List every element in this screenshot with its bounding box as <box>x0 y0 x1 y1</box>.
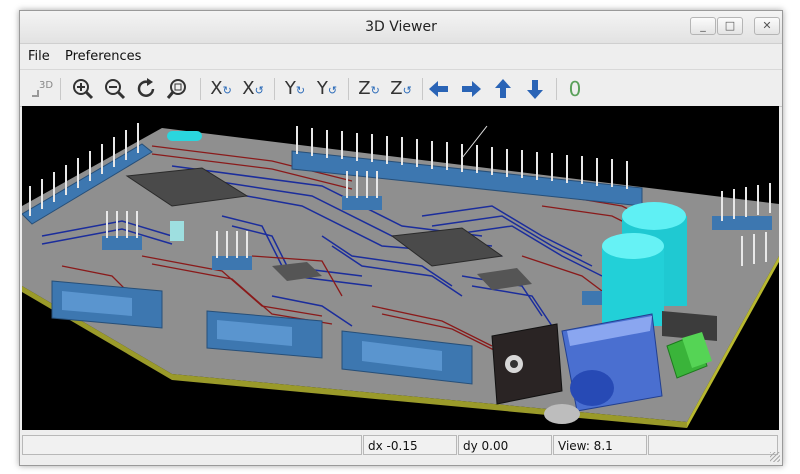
minimize-button[interactable]: _ <box>690 17 716 35</box>
ortho-toggle-icon: 0 <box>568 77 582 101</box>
ortho-toggle-button[interactable]: 0 <box>562 76 588 102</box>
toolbar: 3D X↻ X↺ Y↻ Y↺ Z↻ Z↺ 0 <box>20 69 782 107</box>
rotate-arrow-icon: ↻ <box>295 84 306 97</box>
pcb-3d-render <box>22 123 779 428</box>
pin-header-small <box>102 236 142 250</box>
move-right-icon <box>462 81 481 97</box>
rotate-y-ccw-icon: Y <box>316 78 328 99</box>
minimize-icon: _ <box>700 19 706 32</box>
menu-bar: File Preferences <box>20 44 782 68</box>
rotate-z-ccw-button[interactable]: Z↺ <box>388 76 414 102</box>
zoom-out-button[interactable] <box>102 76 128 102</box>
status-extra <box>648 435 778 455</box>
zoom-fit-button[interactable] <box>166 76 192 102</box>
window-title: 3D Viewer <box>365 19 437 35</box>
move-down-icon <box>527 80 543 99</box>
electrolytic-capacitor <box>602 233 664 326</box>
rotate-y-ccw-button[interactable]: Y↺ <box>314 76 340 102</box>
reload-3d-button[interactable]: 3D <box>28 76 54 102</box>
power-jack <box>491 323 563 405</box>
move-left-icon <box>429 81 448 97</box>
rotate-x-ccw-icon: X <box>242 78 255 99</box>
rotate-x-cw-icon: X <box>210 78 223 99</box>
menu-preferences[interactable]: Preferences <box>65 49 141 64</box>
rotate-x-cw-button[interactable]: X↻ <box>208 76 234 102</box>
status-dy: dy 0.00 <box>458 435 552 455</box>
resize-grip-icon[interactable] <box>770 452 780 462</box>
maximize-icon: □ <box>724 19 736 32</box>
move-down-button[interactable] <box>522 76 548 102</box>
zoom-in-icon <box>73 79 94 100</box>
title-bar[interactable]: 3D Viewer _ □ ✕ <box>20 11 782 44</box>
close-button[interactable]: ✕ <box>754 17 780 35</box>
cyan-component <box>167 131 202 141</box>
menu-file[interactable]: File <box>28 49 50 64</box>
toolbar-separator <box>60 78 61 100</box>
rotate-z-cw-button[interactable]: Z↻ <box>356 76 382 102</box>
rotate-arrow-icon: ↺ <box>327 84 338 97</box>
toolbar-separator <box>422 78 423 100</box>
toolbar-separator <box>348 78 349 100</box>
rotate-z-cw-icon: Z <box>358 78 371 99</box>
close-icon: ✕ <box>762 19 772 32</box>
cyan-component <box>170 221 184 241</box>
redraw-icon <box>137 78 155 97</box>
redraw-button[interactable] <box>134 76 160 102</box>
status-view: View: 8.1 <box>553 435 647 455</box>
move-up-icon <box>495 79 511 98</box>
reload-3d-label: 3D <box>39 80 53 91</box>
rotate-z-ccw-icon: Z <box>390 78 403 99</box>
move-up-button[interactable] <box>490 76 516 102</box>
rotate-y-cw-button[interactable]: Y↻ <box>282 76 308 102</box>
rotate-arrow-icon: ↺ <box>254 84 264 97</box>
probe-line <box>461 125 488 159</box>
maximize-button[interactable]: □ <box>717 17 743 35</box>
toolbar-separator <box>556 78 557 100</box>
status-dx: dx -0.15 <box>363 435 457 455</box>
toolbar-separator <box>274 78 275 100</box>
zoom-out-icon <box>105 79 126 100</box>
reload-3d-icon: 3D <box>32 80 53 97</box>
viewer-window: 3D Viewer _ □ ✕ File Preferences 3D X↻ X… <box>19 10 783 466</box>
rotate-arrow-icon: ↻ <box>370 84 380 97</box>
rotate-y-cw-icon: Y <box>284 78 296 99</box>
rotate-x-ccw-button[interactable]: X↺ <box>240 76 266 102</box>
pin-header-small <box>212 256 252 270</box>
rotate-arrow-icon: ↺ <box>402 84 412 97</box>
move-right-button[interactable] <box>458 76 484 102</box>
toolbar-separator <box>200 78 201 100</box>
rotate-arrow-icon: ↻ <box>222 84 232 97</box>
zoom-in-button[interactable] <box>70 76 96 102</box>
pin-header-small <box>342 196 382 210</box>
3d-viewport[interactable] <box>22 106 779 430</box>
status-bar: dx -0.15 dy 0.00 View: 8.1 <box>20 432 782 464</box>
move-left-button[interactable] <box>426 76 452 102</box>
status-message <box>22 435 362 455</box>
zoom-fit-icon <box>166 79 186 99</box>
